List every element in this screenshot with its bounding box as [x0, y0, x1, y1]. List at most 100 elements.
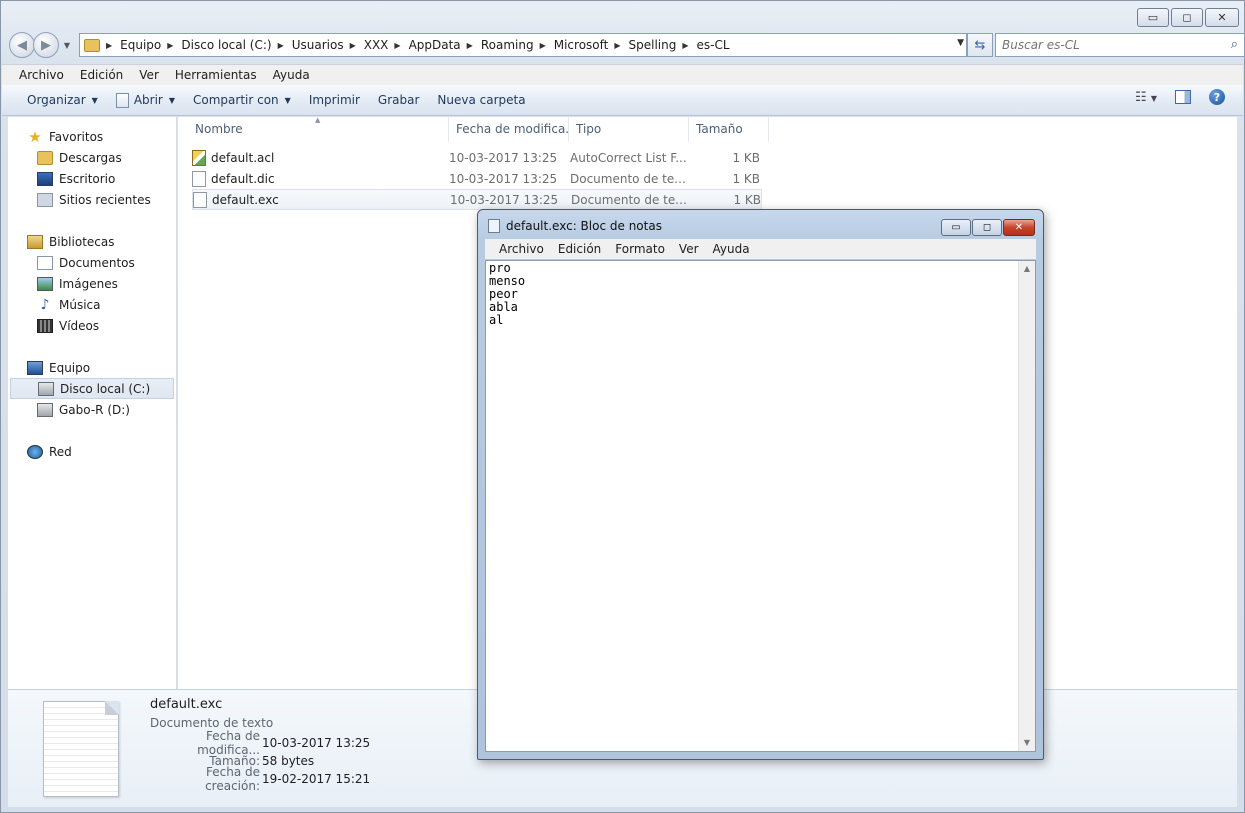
details-created: Fecha de creación: 19-02-2017 15:21	[150, 765, 370, 793]
menu-ver[interactable]: Ver	[131, 68, 167, 82]
burn-button[interactable]: Grabar	[369, 88, 429, 112]
navigation-pane: ★ Favoritos Descargas Escritorio Sitios r…	[8, 117, 177, 689]
file-row-selected[interactable]: default.exc 10-03-2017 13:25 Documento d…	[192, 189, 762, 210]
breadcrumb-usuarios[interactable]: Usuarios ▶	[292, 38, 364, 52]
help-icon[interactable]: ?	[1209, 89, 1225, 105]
recent-places-icon	[37, 192, 53, 207]
search-icon[interactable]: ⌕	[1231, 37, 1238, 52]
breadcrumb-label: XXX	[363, 38, 389, 52]
file-type: Documento de tex...	[571, 192, 691, 207]
maximize-button[interactable]: ◻	[1171, 8, 1203, 27]
property-label: Fecha de creación:	[205, 765, 260, 793]
file-date: 10-03-2017 13:25	[450, 192, 559, 207]
forward-button[interactable]: ▶	[33, 32, 59, 58]
minimize-button[interactable]: ▭	[1137, 8, 1169, 27]
file-name: default.exc	[212, 192, 279, 207]
hard-drive-icon	[38, 381, 54, 396]
breadcrumb-label: Disco local (C:)	[181, 38, 272, 52]
menu-herramientas[interactable]: Herramientas	[167, 68, 265, 82]
breadcrumb-roaming[interactable]: Roaming ▶	[481, 38, 554, 52]
notepad-minimize-button[interactable]: ▭	[941, 219, 971, 236]
details-modified: Fecha de modifica... 10-03-2017 13:25	[150, 729, 370, 757]
sidebar-item-equipo[interactable]: Equipo	[8, 357, 176, 378]
sidebar-item-label: Gabo-R (D:)	[59, 402, 130, 417]
sidebar-item-bibliotecas[interactable]: Bibliotecas	[8, 231, 176, 252]
breadcrumb-microsoft[interactable]: Microsoft ▶	[554, 38, 629, 52]
vertical-scrollbar[interactable]: ▲ ▼	[1018, 261, 1035, 751]
notepad-menu-ayuda[interactable]: Ayuda	[706, 242, 757, 256]
chevron-down-icon: ▼	[63, 40, 71, 50]
back-button[interactable]: ◀	[9, 32, 35, 58]
sidebar-item-favoritos[interactable]: ★ Favoritos	[8, 126, 176, 147]
notepad-icon	[488, 219, 500, 233]
scroll-up-arrow-icon[interactable]: ▲	[1019, 261, 1035, 277]
breadcrumb-user[interactable]: XXX ▶	[364, 38, 409, 52]
notepad-window-controls: ▭ ◻ ✕	[941, 219, 1035, 236]
sidebar-item-sitios-recientes[interactable]: Sitios recientes	[8, 189, 176, 210]
notepad-menu-edicion[interactable]: Edición	[551, 242, 608, 256]
address-history-dropdown[interactable]: ▼	[957, 38, 964, 48]
breadcrumb-es-cl[interactable]: es-CL	[697, 38, 730, 52]
notepad-close-button[interactable]: ✕	[1003, 219, 1035, 236]
breadcrumb-disco-local[interactable]: Disco local (C:) ▶	[181, 38, 291, 52]
column-header-tipo[interactable]: Tipo	[569, 117, 689, 141]
network-icon	[27, 444, 43, 459]
breadcrumb-label: Roaming	[480, 38, 534, 52]
organize-button[interactable]: Organizar ▼	[18, 88, 107, 112]
sidebar-item-red[interactable]: Red	[8, 441, 176, 462]
notepad-maximize-button[interactable]: ◻	[972, 219, 1002, 236]
notepad-menu-formato[interactable]: Formato	[608, 242, 672, 256]
open-button[interactable]: Abrir ▼	[107, 88, 184, 112]
chevron-down-icon: ▼	[284, 95, 291, 105]
text-document-icon	[43, 701, 119, 797]
chevron-right-icon: ▶	[614, 40, 621, 50]
sidebar-item-videos[interactable]: Vídeos	[8, 315, 176, 336]
print-button[interactable]: Imprimir	[300, 88, 369, 112]
file-name-cell: default.dic	[192, 170, 449, 187]
file-row[interactable]: default.dic 10-03-2017 13:25 Documento d…	[192, 168, 760, 189]
sidebar-item-disco-local[interactable]: Disco local (C:)	[10, 378, 174, 399]
refresh-button[interactable]: ⇆	[967, 33, 993, 57]
search-input[interactable]	[1002, 38, 1212, 52]
sidebar-item-label: Documentos	[59, 255, 135, 270]
new-folder-button[interactable]: Nueva carpeta	[428, 88, 534, 112]
sidebar-item-label: Equipo	[49, 360, 91, 375]
property-value[interactable]: 10-03-2017 13:25	[262, 736, 370, 750]
breadcrumb-equipo[interactable]: Equipo ▶	[120, 38, 181, 52]
sidebar-item-descargas[interactable]: Descargas	[8, 147, 176, 168]
recent-pages-dropdown[interactable]: ▼	[61, 41, 73, 50]
notepad-menu-archivo[interactable]: Archivo	[492, 242, 551, 256]
column-header-tamano[interactable]: Tamaño	[689, 117, 769, 141]
sidebar-item-musica[interactable]: ♪ Música	[8, 294, 176, 315]
notepad-content[interactable]: pro menso peor abla al	[489, 262, 525, 327]
sidebar-item-documentos[interactable]: Documentos	[8, 252, 176, 273]
file-type: Documento de tex...	[570, 171, 690, 186]
property-value[interactable]: 19-02-2017 15:21	[262, 772, 370, 786]
chevron-right-icon: ▶	[394, 40, 401, 50]
breadcrumb-spelling[interactable]: Spelling ▶	[629, 38, 697, 52]
notepad-text-area[interactable]: pro menso peor abla al ▲ ▼	[485, 260, 1036, 752]
breadcrumb-label: Equipo	[120, 38, 162, 52]
notepad-window[interactable]: default.exc: Bloc de notas ▭ ◻ ✕ Archivo…	[477, 209, 1044, 760]
documents-icon	[37, 255, 53, 270]
details-view-icon: ☷	[1135, 89, 1147, 105]
sidebar-item-gabo-r[interactable]: Gabo-R (D:)	[8, 399, 176, 420]
scroll-down-arrow-icon[interactable]: ▼	[1019, 735, 1035, 751]
sidebar-item-imagenes[interactable]: Imágenes	[8, 273, 176, 294]
breadcrumb-appdata[interactable]: AppData ▶	[409, 38, 481, 52]
breadcrumb-root-arrow[interactable]: ▶	[106, 41, 120, 50]
file-row[interactable]: default.acl 10-03-2017 13:25 AutoCorrect…	[192, 147, 760, 168]
menu-ayuda[interactable]: Ayuda	[265, 68, 318, 82]
column-header-nombre[interactable]: Nombre	[188, 117, 449, 141]
sidebar-item-escritorio[interactable]: Escritorio	[8, 168, 176, 189]
share-button[interactable]: Compartir con ▼	[184, 88, 300, 112]
menu-archivo[interactable]: Archivo	[11, 68, 72, 82]
close-button[interactable]: ✕	[1205, 8, 1239, 27]
chevron-down-icon: ▼	[168, 95, 176, 105]
address-bar[interactable]: ▶ Equipo ▶ Disco local (C:) ▶ Usuarios ▶ XX…	[79, 33, 967, 57]
column-header-fecha[interactable]: Fecha de modifica...	[449, 117, 569, 141]
preview-pane-icon[interactable]	[1175, 90, 1191, 104]
change-view-button[interactable]: ☷ ▼	[1135, 90, 1157, 105]
notepad-menu-ver[interactable]: Ver	[672, 242, 706, 256]
menu-edicion[interactable]: Edición	[72, 68, 131, 82]
